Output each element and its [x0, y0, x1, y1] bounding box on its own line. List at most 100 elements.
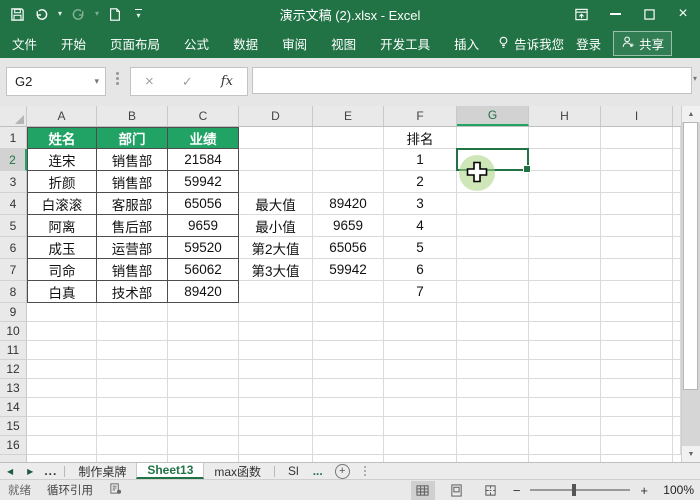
cell-A12[interactable] [27, 360, 97, 379]
cell-B9[interactable] [97, 303, 168, 322]
cell-D15[interactable] [239, 417, 313, 436]
column-header-F[interactable]: F [384, 106, 457, 126]
cell-A2[interactable]: 连宋 [27, 149, 97, 171]
cell-F3[interactable]: 2 [384, 171, 457, 193]
sheet-tab-Sheet13[interactable]: Sheet13 [136, 463, 204, 479]
cell-D11[interactable] [239, 341, 313, 360]
cell-C3[interactable]: 59942 [168, 171, 239, 193]
cell-A14[interactable] [27, 398, 97, 417]
zoom-out-button[interactable]: − [513, 483, 521, 498]
cell-H4[interactable] [529, 193, 601, 215]
cell-I12[interactable] [601, 360, 673, 379]
cell-E4[interactable]: 89420 [313, 193, 384, 215]
cell-C13[interactable] [168, 379, 239, 398]
ribbon-tab-1[interactable]: 开始 [61, 34, 86, 53]
cell-E13[interactable] [313, 379, 384, 398]
row-header-13[interactable]: 13 [0, 379, 27, 398]
cell-A3[interactable]: 折颜 [27, 171, 97, 193]
cell-C9[interactable] [168, 303, 239, 322]
cell-C7[interactable]: 56062 [168, 259, 239, 281]
row-header-10[interactable]: 10 [0, 322, 27, 341]
cell-H8[interactable] [529, 281, 601, 303]
cell-E9[interactable] [313, 303, 384, 322]
undo-icon[interactable] [34, 7, 49, 22]
cell-F9[interactable] [384, 303, 457, 322]
cell-E7[interactable]: 59942 [313, 259, 384, 281]
page-layout-view-button[interactable] [445, 481, 469, 500]
new-file-icon[interactable] [108, 7, 122, 22]
cell-D14[interactable] [239, 398, 313, 417]
cell-E8[interactable] [313, 281, 384, 303]
cell-A15[interactable] [27, 417, 97, 436]
normal-view-button[interactable] [411, 481, 435, 500]
cell-D13[interactable] [239, 379, 313, 398]
cell-A16[interactable] [27, 436, 97, 455]
cell-I16[interactable] [601, 436, 673, 455]
row-header-11[interactable]: 11 [0, 341, 27, 360]
row-header-2[interactable]: 2 [0, 149, 27, 171]
cell-E5[interactable]: 9659 [313, 215, 384, 237]
close-button[interactable]: × [666, 0, 700, 28]
ribbon-tab-6[interactable]: 视图 [331, 34, 356, 53]
cell-G12[interactable] [457, 360, 529, 379]
cell-C8[interactable]: 89420 [168, 281, 239, 303]
ribbon-tab-2[interactable]: 页面布局 [110, 34, 160, 53]
column-header-A[interactable]: A [27, 106, 97, 126]
tab-overflow-more[interactable]: ... [309, 464, 327, 478]
minimize-button[interactable] [598, 0, 632, 28]
column-header-I[interactable]: I [601, 106, 673, 126]
cell-H5[interactable] [529, 215, 601, 237]
cell-B10[interactable] [97, 322, 168, 341]
cell-I3[interactable] [601, 171, 673, 193]
sheet-tab-制作桌牌[interactable]: 制作桌牌 [68, 463, 136, 479]
cell-E12[interactable] [313, 360, 384, 379]
cell-B6[interactable]: 运营部 [97, 237, 168, 259]
ribbon-tab-file[interactable]: 文件 [12, 34, 37, 53]
cell-F2[interactable]: 1 [384, 149, 457, 171]
cell-D8[interactable] [239, 281, 313, 303]
cell-G6[interactable] [457, 237, 529, 259]
ribbon-tab-8[interactable]: 插入 [454, 34, 479, 53]
cell-G11[interactable] [457, 341, 529, 360]
cell-D1[interactable] [239, 127, 313, 149]
cell-H14[interactable] [529, 398, 601, 417]
row-header-14[interactable]: 14 [0, 398, 27, 417]
cell-F5[interactable]: 4 [384, 215, 457, 237]
row-header-12[interactable]: 12 [0, 360, 27, 379]
cell-B4[interactable]: 客服部 [97, 193, 168, 215]
cell-C10[interactable] [168, 322, 239, 341]
cell-I2[interactable] [601, 149, 673, 171]
row-header-4[interactable]: 4 [0, 193, 27, 215]
cell-E15[interactable] [313, 417, 384, 436]
cell-F8[interactable]: 7 [384, 281, 457, 303]
cell-G15[interactable] [457, 417, 529, 436]
column-header-G[interactable]: G [457, 106, 529, 126]
cell-H10[interactable] [529, 322, 601, 341]
cell-E11[interactable] [313, 341, 384, 360]
cell-G14[interactable] [457, 398, 529, 417]
cell-D16[interactable] [239, 436, 313, 455]
cell-I15[interactable] [601, 417, 673, 436]
cell-B16[interactable] [97, 436, 168, 455]
cell-I9[interactable] [601, 303, 673, 322]
ribbon-tab-3[interactable]: 公式 [184, 34, 209, 53]
cell-I14[interactable] [601, 398, 673, 417]
cell-B8[interactable]: 技术部 [97, 281, 168, 303]
cell-G16[interactable] [457, 436, 529, 455]
cell-F10[interactable] [384, 322, 457, 341]
cell-H6[interactable] [529, 237, 601, 259]
cell-A1[interactable]: 姓名 [27, 127, 97, 149]
row-header-6[interactable]: 6 [0, 237, 27, 259]
cell-I8[interactable] [601, 281, 673, 303]
column-header-E[interactable]: E [313, 106, 384, 126]
cell-A7[interactable]: 司命 [27, 259, 97, 281]
zoom-slider[interactable] [530, 489, 630, 491]
cell-A10[interactable] [27, 322, 97, 341]
fill-handle[interactable] [523, 165, 531, 173]
column-header-C[interactable]: C [168, 106, 239, 126]
cell-A5[interactable]: 阿离 [27, 215, 97, 237]
cell-D10[interactable] [239, 322, 313, 341]
cell-H12[interactable] [529, 360, 601, 379]
cell-H3[interactable] [529, 171, 601, 193]
qat-customize-icon[interactable]: ▾ [135, 9, 142, 20]
